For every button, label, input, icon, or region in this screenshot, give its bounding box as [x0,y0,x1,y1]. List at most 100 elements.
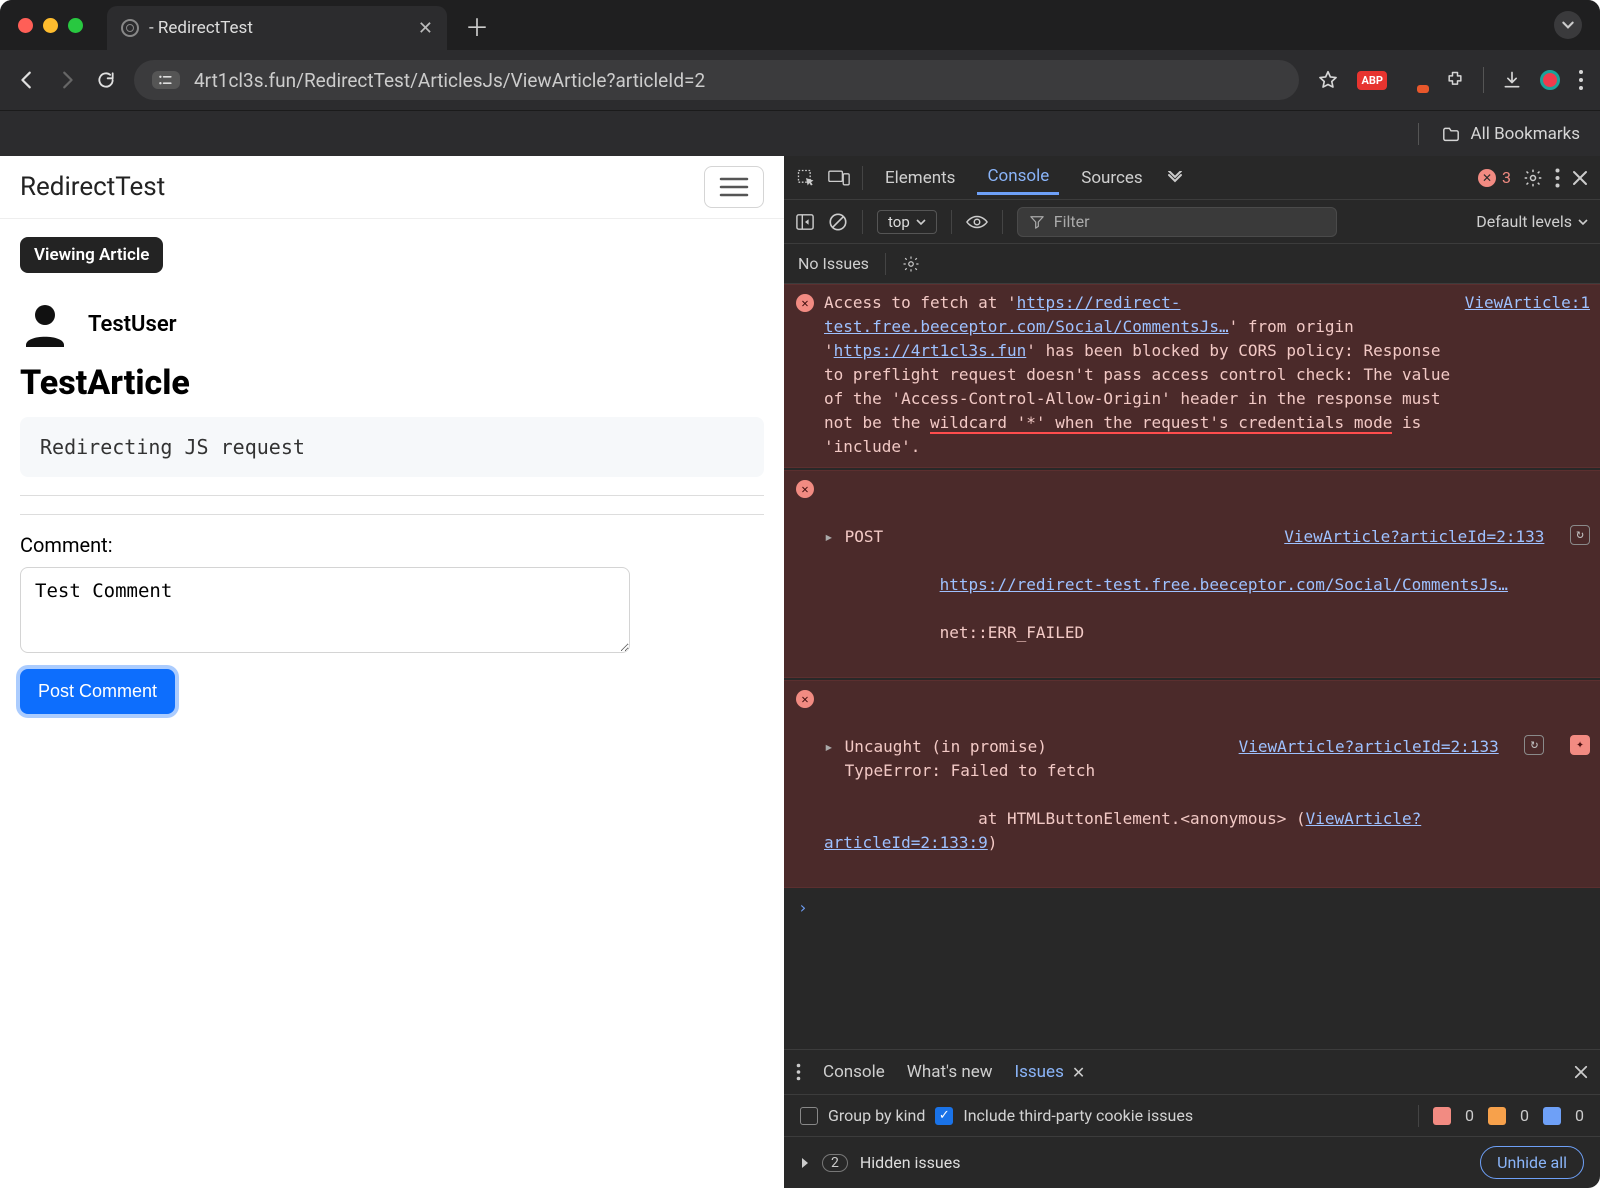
console-error-entry[interactable]: ✕ ▸Uncaught (in promise) TypeError: Fail… [784,680,1600,888]
drawer-tab-whatsnew[interactable]: What's new [907,1062,993,1082]
downloads-icon[interactable] [1502,70,1522,90]
replay-icon[interactable]: ↻ [1570,525,1590,545]
group-by-kind-label: Group by kind [828,1106,925,1125]
toolbar: 4rt1cl3s.fun/RedirectTest/ArticlesJs/Vie… [0,50,1600,110]
close-drawer-icon[interactable] [1574,1065,1588,1079]
group-by-kind-checkbox[interactable] [800,1107,818,1125]
brand-title[interactable]: RedirectTest [20,172,165,202]
tab-elements[interactable]: Elements [875,162,965,194]
comment-label: Comment: [20,533,764,557]
context-select[interactable]: top [877,210,937,234]
console-message: ▸POSTViewArticle?articleId=2:133 ↻ https… [824,477,1590,669]
back-button[interactable] [16,69,38,91]
article-body: Redirecting JS request [20,417,764,477]
address-bar[interactable]: 4rt1cl3s.fun/RedirectTest/ArticlesJs/Vie… [134,60,1299,100]
tab-console[interactable]: Console [977,160,1059,195]
drawer-menu-icon[interactable] [796,1063,801,1081]
ai-explain-icon[interactable]: ✦ [1570,735,1590,755]
error-stat-icon [1433,1107,1451,1125]
inspect-element-icon[interactable] [796,168,816,188]
console-message: ▸Uncaught (in promise) TypeError: Failed… [824,687,1590,879]
device-toolbar-icon[interactable] [828,169,850,187]
folder-icon [1441,126,1461,142]
drawer-tab-issues[interactable]: Issues [1015,1062,1064,1082]
close-drawer-tab-icon[interactable]: ✕ [1072,1063,1085,1082]
viewing-article-badge: Viewing Article [20,237,163,273]
more-tabs-icon[interactable] [1165,171,1185,185]
minimize-window-icon[interactable] [43,18,58,33]
close-window-icon[interactable] [18,18,33,33]
hidden-issues-label: Hidden issues [860,1153,961,1172]
devtools-menu-icon[interactable] [1555,168,1560,188]
filter-input[interactable]: Filter [1017,207,1337,237]
live-expression-icon[interactable] [966,214,988,230]
console-issue-bar: No Issues [784,244,1600,284]
console-prompt[interactable]: › [784,888,1600,928]
adblock-extension-icon[interactable]: ABP [1357,71,1387,90]
all-bookmarks-label: All Bookmarks [1471,124,1580,144]
post-comment-button[interactable]: Post Comment [20,669,175,714]
author-row: TestUser [20,299,764,349]
author-name: TestUser [88,312,177,337]
console-settings-icon[interactable] [902,255,920,273]
profile-avatar-icon[interactable] [1540,70,1560,90]
tab-title: - RedirectTest [149,18,408,38]
bookmark-star-icon[interactable] [1317,69,1339,91]
extensions-icon[interactable] [1445,70,1465,90]
all-bookmarks-button[interactable]: All Bookmarks [1441,124,1580,144]
browser-tab[interactable]: - RedirectTest ✕ [107,6,447,50]
globe-icon [121,19,139,37]
comment-input[interactable]: Test Comment [20,567,630,653]
log-levels-select[interactable]: Default levels [1476,212,1588,231]
tabs-dropdown-button[interactable] [1554,11,1582,39]
third-party-checkbox[interactable]: ✓ [935,1107,953,1125]
console-message: Access to fetch at 'https://redirect-tes… [824,291,1455,459]
drawer-tab-bar: Console What's new Issues ✕ [784,1050,1600,1094]
clear-console-icon[interactable] [828,212,848,232]
page-viewport: RedirectTest Viewing Article TestUser Te… [0,156,784,1188]
filter-icon [1030,215,1044,229]
filter-placeholder: Filter [1054,212,1090,231]
issues-stats: 0 0 0 [1418,1105,1584,1127]
tab-sources[interactable]: Sources [1071,162,1152,194]
error-icon: ✕ [796,294,814,312]
close-tab-icon[interactable]: ✕ [418,18,433,39]
close-devtools-icon[interactable] [1572,170,1588,186]
settings-icon[interactable] [1523,168,1543,188]
expand-icon[interactable] [800,1157,810,1169]
url-text: 4rt1cl3s.fun/RedirectTest/ArticlesJs/Vie… [194,69,705,92]
reload-button[interactable] [96,70,116,90]
user-avatar-icon [20,299,70,349]
replay-icon[interactable]: ↻ [1524,735,1544,755]
console-error-entry[interactable]: ✕ ▸POSTViewArticle?articleId=2:133 ↻ htt… [784,470,1600,678]
new-tab-button[interactable]: ＋ [465,8,489,43]
divider [20,514,764,515]
browser-menu-icon[interactable] [1578,69,1584,91]
forward-button[interactable] [56,69,78,91]
tab-strip: - RedirectTest ✕ ＋ [0,0,1600,50]
console-error-entry[interactable]: ✕ Access to fetch at 'https://redirect-t… [784,284,1600,468]
bookmark-bar: All Bookmarks [0,110,1600,156]
divider [20,495,764,496]
console-log-area: ✕ Access to fetch at 'https://redirect-t… [784,284,1600,1049]
source-link[interactable]: ViewArticle:1 [1465,291,1590,459]
unhide-all-button[interactable]: Unhide all [1480,1146,1584,1179]
toggle-sidebar-icon[interactable] [796,213,814,231]
console-filter-bar: top Filter Default levels [784,200,1600,244]
maximize-window-icon[interactable] [68,18,83,33]
error-icon: ✕ [796,690,814,708]
devtools-drawer: Console What's new Issues ✕ Group by kin… [784,1049,1600,1188]
article-title: TestArticle [20,363,764,403]
navbar-toggle-button[interactable] [704,166,764,208]
source-link[interactable]: ViewArticle?articleId=2:133 [1239,735,1499,759]
source-link[interactable]: ViewArticle?articleId=2:133 [1284,525,1544,549]
window-controls [18,18,83,33]
cookie-extension-icon[interactable] [1405,69,1427,91]
error-icon: ✕ [796,480,814,498]
hamburger-icon [719,175,749,199]
site-info-icon[interactable] [152,71,180,89]
error-count-badge[interactable]: ✕3 [1478,168,1511,187]
hidden-issues-row[interactable]: 2 Hidden issues Unhide all [784,1136,1600,1188]
drawer-tab-console[interactable]: Console [823,1062,885,1082]
devtools-tab-bar: Elements Console Sources ✕3 [784,156,1600,200]
